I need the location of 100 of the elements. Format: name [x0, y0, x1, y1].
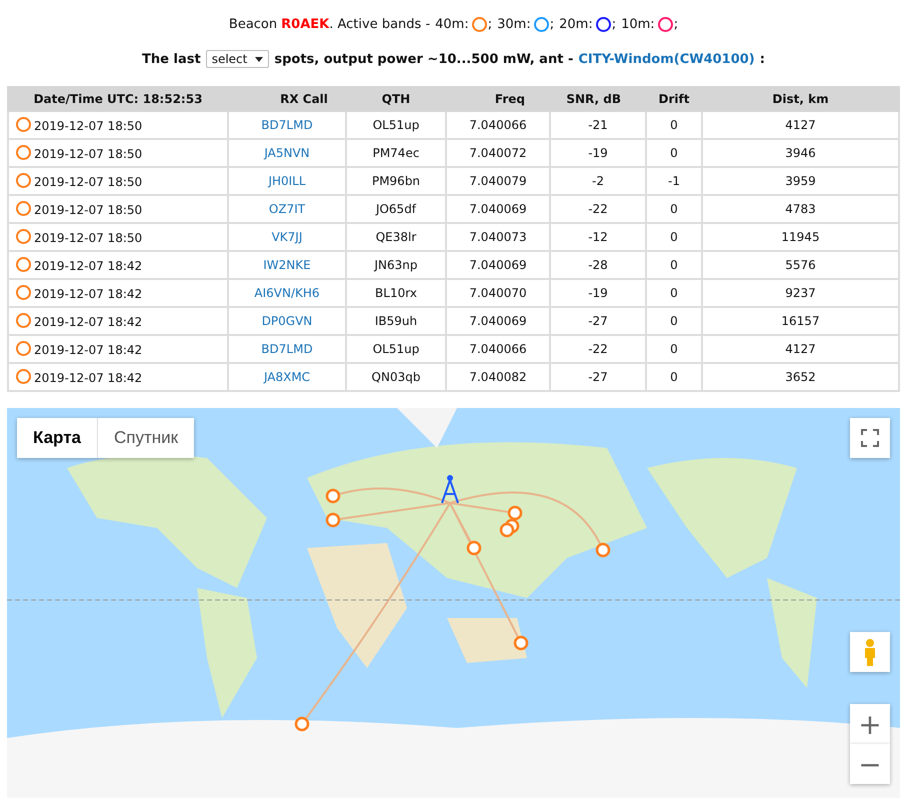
table-cell: -22 — [550, 195, 646, 223]
table-cell: -28 — [550, 251, 646, 279]
table-cell: PM74ec — [346, 139, 446, 167]
separator-text: ; — [488, 16, 492, 32]
table-cell: 0 — [646, 223, 702, 251]
table-cell: 7.040079 — [446, 167, 550, 195]
table-cell: 2019-12-07 18:50 — [8, 139, 228, 167]
table-cell: 2019-12-07 18:50 — [8, 111, 228, 139]
table-cell: 11945 — [702, 223, 899, 251]
antenna-link[interactable]: CITY-Windom(CW40100) — [578, 52, 755, 66]
person-icon — [862, 638, 878, 666]
column-header: Dist, km — [702, 87, 899, 111]
table-cell: 3652 — [702, 363, 899, 391]
band-label: 40m: — [435, 16, 469, 32]
table-cell: 2019-12-07 18:50 — [8, 167, 228, 195]
column-header: Date/Time UTC: 18:52:53 — [8, 87, 228, 111]
table-cell: -22 — [550, 335, 646, 363]
call-link[interactable]: IW2NKE — [228, 251, 346, 279]
fullscreen-button[interactable] — [850, 418, 890, 458]
beacon-label: Beacon — [228, 16, 278, 32]
table-cell: 7.040073 — [446, 223, 550, 251]
table-cell: 0 — [646, 363, 702, 391]
table-cell: 0 — [646, 279, 702, 307]
table-cell: 2019-12-07 18:42 — [8, 279, 228, 307]
table-cell: -1 — [646, 167, 702, 195]
call-link[interactable]: JH0ILL — [228, 167, 346, 195]
table-cell: 2019-12-07 18:42 — [8, 335, 228, 363]
table-cell: 3959 — [702, 167, 899, 195]
table-cell: IB59uh — [346, 307, 446, 335]
call-link[interactable]: BD7LMD — [228, 111, 346, 139]
table-cell: 7.040066 — [446, 111, 550, 139]
table-cell: -27 — [550, 363, 646, 391]
table-cell: OL51up — [346, 335, 446, 363]
table-cell: 0 — [646, 251, 702, 279]
table-cell: 7.040069 — [446, 307, 550, 335]
table-cell: 4127 — [702, 335, 899, 363]
table-cell: BL10rx — [346, 279, 446, 307]
fullscreen-icon — [861, 429, 879, 447]
table-cell: -21 — [550, 111, 646, 139]
call-link[interactable]: OZ7IT — [228, 195, 346, 223]
spots-select[interactable]: select — [206, 50, 270, 68]
caret-icon — [255, 56, 264, 62]
colon-text: : — [760, 52, 765, 66]
table-cell: 2019-12-07 18:42 — [8, 251, 228, 279]
separator-text: ; — [612, 16, 616, 32]
column-header: RX Call — [228, 87, 346, 111]
zoom-out-button[interactable]: − — [850, 744, 890, 784]
table-cell: 2019-12-07 18:42 — [8, 363, 228, 391]
separator-text: ; — [674, 16, 678, 32]
call-link[interactable]: JA5NVN — [228, 139, 346, 167]
band-label: 20m: — [559, 16, 593, 32]
separator-text: ; — [550, 16, 554, 32]
table-cell: 0 — [646, 139, 702, 167]
table-cell: 5576 — [702, 251, 899, 279]
table-cell: OL51up — [346, 111, 446, 139]
table-cell: 4783 — [702, 195, 899, 223]
table-cell: -19 — [550, 139, 646, 167]
call-link[interactable]: BD7LMD — [228, 335, 346, 363]
column-header: Freq — [446, 87, 550, 111]
call-link[interactable]: JA8XMC — [228, 363, 346, 391]
table-cell: 9237 — [702, 279, 899, 307]
table-cell: 0 — [646, 307, 702, 335]
table-cell: 7.040066 — [446, 335, 550, 363]
table-cell: -12 — [550, 223, 646, 251]
table-cell: 4127 — [702, 111, 899, 139]
table-cell: -2 — [550, 167, 646, 195]
spots-label: The last — [142, 52, 201, 66]
call-link[interactable]: VK7JJ — [228, 223, 346, 251]
table-cell: JN63np — [346, 251, 446, 279]
table-cell: 7.040069 — [446, 195, 550, 223]
table-cell: 2019-12-07 18:50 — [8, 223, 228, 251]
call-link[interactable]: DP0GVN — [228, 307, 346, 335]
table-cell: 7.040082 — [446, 363, 550, 391]
band-label: 10m: — [621, 16, 655, 32]
table-cell: 7.040069 — [446, 251, 550, 279]
table-cell: 7.040070 — [446, 279, 550, 307]
zoom-in-button[interactable]: + — [850, 704, 890, 744]
map-type-tab[interactable]: Спутник — [96, 418, 194, 458]
table-cell: 2019-12-07 18:50 — [8, 195, 228, 223]
beacon-call: R0AEK — [281, 16, 330, 32]
column-header: Drift — [646, 87, 702, 111]
table-cell: 2019-12-07 18:42 — [8, 307, 228, 335]
spots-label: spots, output power ~10...500 mW, ant - — [274, 52, 574, 66]
table-cell: 0 — [646, 195, 702, 223]
table-cell: 16157 — [702, 307, 899, 335]
table-cell: 0 — [646, 111, 702, 139]
column-header: QTH — [346, 87, 446, 111]
table-cell: 3946 — [702, 139, 899, 167]
call-link[interactable]: AI6VN/KH6 — [228, 279, 346, 307]
table-cell: -27 — [550, 307, 646, 335]
band-label: 30m: — [497, 16, 531, 32]
table-cell: -19 — [550, 279, 646, 307]
column-header: SNR, dB — [550, 87, 646, 111]
table-cell: 7.040072 — [446, 139, 550, 167]
table-cell: PM96bn — [346, 167, 446, 195]
table-cell: QN03qb — [346, 363, 446, 391]
bands-label: . Active bands - — [329, 16, 430, 32]
map-type-tab[interactable]: Карта — [17, 418, 97, 458]
table-cell: JO65df — [346, 195, 446, 223]
table-cell: QE38lr — [346, 223, 446, 251]
